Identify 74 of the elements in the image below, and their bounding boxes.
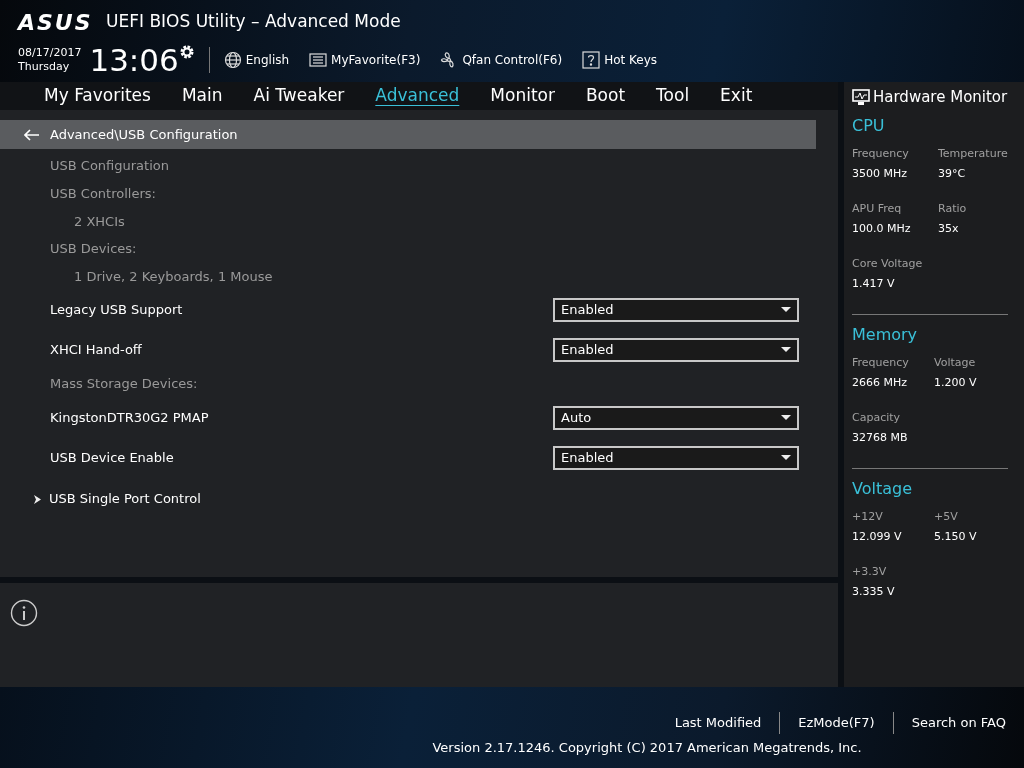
menu-tab[interactable]: Tool — [656, 83, 690, 109]
setting-label: Legacy USB Support — [50, 301, 183, 320]
footer-link[interactable]: Search on FAQ — [903, 713, 1014, 733]
menu-tab[interactable]: My Favorites — [44, 83, 151, 109]
menu-tab[interactable]: Boot — [585, 83, 626, 109]
list-icon — [309, 52, 328, 68]
metric-value: 3.335 V — [852, 584, 896, 600]
panel-title: Hardware Monitor — [873, 86, 1008, 108]
footer-link[interactable]: EzMode(F7) — [790, 713, 883, 733]
metric-label: Frequency — [852, 355, 910, 371]
menu-tab[interactable]: Exit — [720, 83, 753, 109]
section-label: USB Configuration — [50, 157, 169, 176]
metric-label: +12V — [852, 509, 884, 525]
dropdown-select[interactable]: Enabled — [553, 446, 799, 470]
menu-tab[interactable]: Main — [181, 83, 223, 109]
caret-icon — [781, 415, 791, 421]
metric-value: 5.150 V — [934, 529, 978, 545]
version-text: Version 2.17.1246. Copyright (C) 2017 American Megatrends, Inc. — [432, 739, 862, 757]
info-value: 2 XHCIs — [74, 212, 125, 231]
metric-label: Voltage — [934, 355, 977, 371]
metric-label: Core Voltage — [852, 256, 924, 272]
toolbar-button[interactable]: MyFavorite(F3) — [309, 51, 421, 69]
setting-label: KingstonDTR30G2 PMAP — [50, 409, 209, 428]
metric-label: +5V — [934, 509, 959, 525]
back-arrow-icon[interactable] — [24, 128, 40, 141]
metric-value: 1.200 V — [934, 375, 978, 391]
caret-icon — [781, 347, 791, 353]
metric-value: 3500 MHz — [852, 166, 909, 182]
section-title: CPU — [852, 115, 886, 137]
dropdown-select[interactable]: Enabled — [553, 338, 799, 362]
section-title: Voltage — [852, 478, 913, 500]
setting-label: XHCI Hand-off — [50, 341, 142, 360]
metric-value: 39°C — [938, 166, 967, 182]
metric-label: Temperature — [938, 146, 1009, 162]
dropdown-select[interactable]: Auto — [553, 406, 799, 430]
info-icon — [10, 599, 38, 627]
setting-label: USB Device Enable — [50, 449, 174, 468]
section-label: USB Devices: — [50, 240, 137, 259]
footer-link[interactable]: Last Modified — [666, 713, 770, 733]
menu-tab[interactable]: Monitor — [490, 83, 555, 109]
section-label: Mass Storage Devices: — [50, 375, 198, 394]
breadcrumb-path: Advanced\USB Configuration — [50, 125, 238, 144]
section-title: Memory — [852, 324, 919, 346]
metric-value: 1.417 V — [852, 276, 896, 292]
toolbar-button[interactable]: Hot Keys — [582, 51, 658, 69]
metric-value: 100.0 MHz — [852, 221, 912, 237]
submenu-item[interactable]: USB Single Port Control — [34, 489, 201, 509]
help-icon — [582, 51, 601, 69]
toolbar-button[interactable]: Qfan Control(F6) — [440, 51, 563, 69]
clock-time: 13:06 — [89, 42, 179, 78]
menu-tab[interactable]: Ai Tweaker — [253, 83, 345, 109]
caret-icon — [781, 455, 791, 461]
toolbar-button[interactable]: English — [223, 51, 290, 69]
section-label: USB Controllers: — [50, 185, 156, 204]
chevron-icon — [34, 494, 41, 504]
gear-icon[interactable] — [178, 44, 195, 60]
metric-value: 32768 MB — [852, 430, 909, 446]
menu-tab[interactable]: Advanced — [375, 83, 460, 109]
metric-label: APU Freq — [852, 201, 903, 217]
day-text: Thursday — [18, 60, 71, 74]
metric-value: 35x — [938, 221, 960, 237]
metric-label: Capacity — [852, 410, 902, 426]
window-title: UEFI BIOS Utility – Advanced Mode — [106, 10, 401, 34]
metric-value: 12.099 V — [852, 529, 903, 545]
metric-label: Frequency — [852, 146, 910, 162]
metric-value: 2666 MHz — [852, 375, 909, 391]
info-value: 1 Drive, 2 Keyboards, 1 Mouse — [74, 267, 273, 286]
monitor-icon — [852, 88, 870, 106]
metric-label: Ratio — [938, 201, 968, 217]
globe-icon — [223, 51, 242, 69]
dropdown-select[interactable]: Enabled — [553, 298, 799, 322]
date-text: 08/17/2017 — [18, 46, 82, 60]
caret-icon — [781, 307, 791, 313]
metric-label: +3.3V — [852, 564, 888, 580]
